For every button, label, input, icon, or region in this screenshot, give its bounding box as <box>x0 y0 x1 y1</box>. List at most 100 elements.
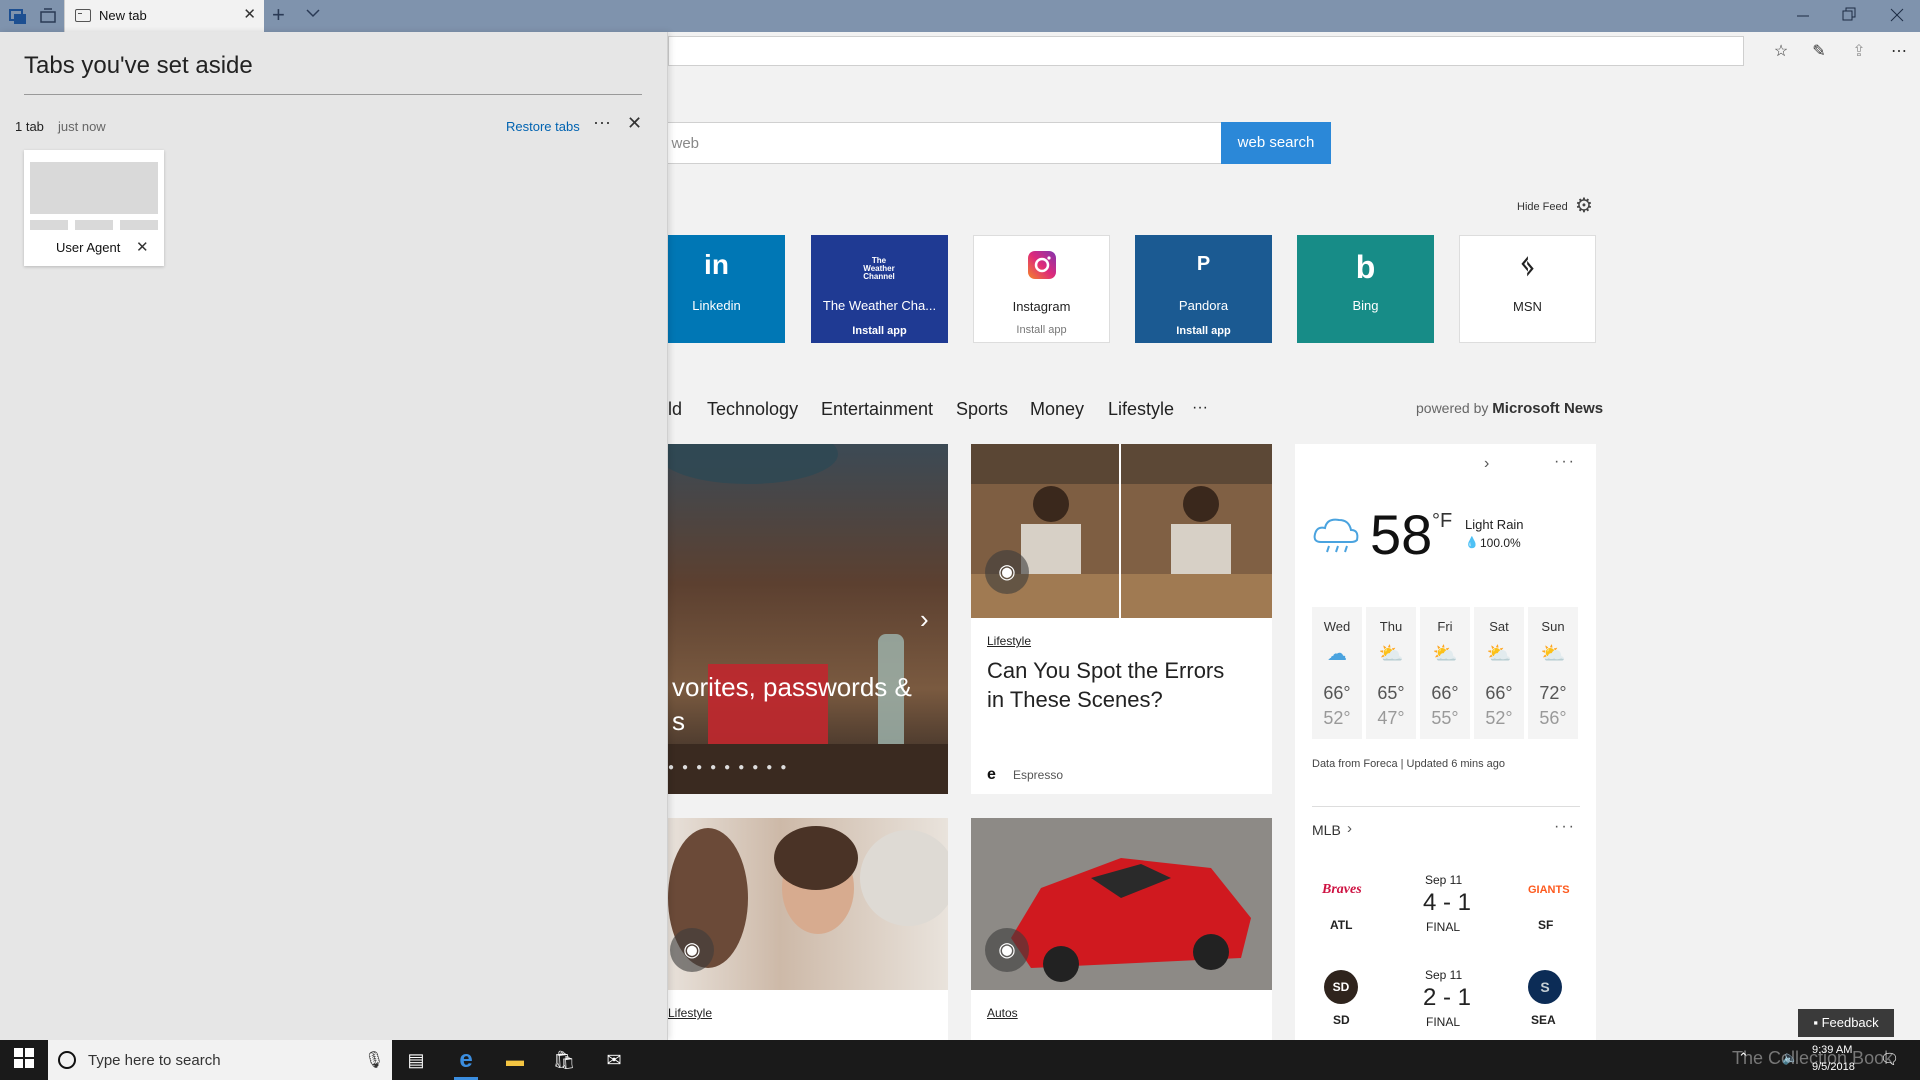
forecast-day[interactable]: Sun ⛅ 72° 56° <box>1528 607 1578 739</box>
cortana-icon <box>58 1051 76 1069</box>
carousel-dots[interactable]: ●●●●●●●●● <box>668 762 794 773</box>
top-site-linkedin[interactable]: in Linkedin <box>648 235 785 343</box>
hero-card[interactable]: vorites, passwords & s › ●●●●●●●●● <box>668 444 948 794</box>
padres-logo-icon: SD <box>1324 970 1358 1004</box>
nav-sports[interactable]: Sports <box>956 399 1008 420</box>
nav-lifestyle[interactable]: Lifestyle <box>1108 399 1174 420</box>
microphone-icon[interactable]: 🎙 <box>364 1050 384 1070</box>
feedback-button[interactable]: ▪ Feedback <box>1798 1009 1894 1037</box>
share-icon[interactable]: ⇪ <box>1848 41 1870 63</box>
tabs-aside-icon[interactable] <box>8 6 28 26</box>
file-explorer-icon[interactable]: ▬ <box>503 1048 527 1072</box>
aside-tab-thumbnail[interactable]: User Agent ✕ <box>24 150 164 266</box>
top-site-instagram[interactable]: Instagram Install app <box>973 235 1110 343</box>
microsoft-news-brand: Microsoft News <box>1492 400 1604 417</box>
minimize-button[interactable] <box>1796 6 1810 29</box>
forecast-low: 52° <box>1323 708 1351 728</box>
tab-close-icon[interactable]: ✕ <box>243 7 256 23</box>
mlb-title[interactable]: MLB <box>1312 822 1341 838</box>
task-view-icon[interactable]: ▤ <box>404 1048 428 1072</box>
store-icon[interactable]: 🛍 <box>552 1048 576 1072</box>
restore-button[interactable] <box>1842 6 1856 29</box>
network-icon[interactable]: ⌃ <box>1738 1050 1749 1066</box>
article-category[interactable]: Lifestyle <box>668 1006 712 1020</box>
close-window-button[interactable] <box>1890 6 1904 29</box>
weather-channel-icon: The Weather Channel <box>863 256 895 281</box>
more-icon[interactable]: ⋯ <box>1888 41 1910 63</box>
camera-icon: ◉ <box>985 550 1029 594</box>
tab-new-tab[interactable]: New tab ✕ <box>64 0 264 32</box>
favorites-icon[interactable]: ☆ <box>1770 41 1792 63</box>
forecast-day[interactable]: Thu ⛅ 65° 47° <box>1366 607 1416 739</box>
notifications-icon[interactable]: 🗨 <box>1880 1050 1899 1068</box>
camera-icon: ◉ <box>985 928 1029 972</box>
temp-unit[interactable]: °F <box>1432 510 1452 533</box>
set-aside-time: just now <box>58 119 106 134</box>
thumbnail-bar <box>120 220 158 230</box>
hide-feed-link[interactable]: Hide Feed <box>1517 201 1568 213</box>
article-category[interactable]: Lifestyle <box>987 634 1031 648</box>
pen-icon[interactable]: ✎ <box>1808 41 1830 63</box>
gear-icon[interactable]: ⚙ <box>1575 195 1597 217</box>
nav-more[interactable]: ··· <box>1192 399 1208 417</box>
top-site-pandora[interactable]: P Pandora Install app <box>1135 235 1272 343</box>
top-site-msn[interactable]: ᛃ MSN <box>1459 235 1596 343</box>
bottom-card-lifestyle[interactable]: ◉ Lifestyle <box>668 818 948 1040</box>
forecast-day[interactable]: Wed ☁ 66° 52° <box>1312 607 1362 739</box>
forecast-day[interactable]: Fri ⛅ 66° 55° <box>1420 607 1470 739</box>
install-app-link[interactable]: Install app <box>1135 325 1272 337</box>
feedback-label: Feedback <box>1821 1015 1879 1030</box>
game-score: 2 - 1 <box>1423 984 1472 1011</box>
edge-icon[interactable]: e <box>454 1048 478 1080</box>
set-tabs-aside-icon[interactable] <box>38 6 58 26</box>
address-bar[interactable] <box>668 36 1744 66</box>
restore-tabs-link[interactable]: Restore tabs <box>506 119 580 134</box>
nav-money[interactable]: Money <box>1030 399 1084 420</box>
chevron-down-icon[interactable] <box>306 7 320 21</box>
nav-technology[interactable]: Technology <box>707 399 798 420</box>
thumbnail-bar <box>75 220 113 230</box>
camera-icon: ◉ <box>670 928 714 972</box>
title-bar: New tab ✕ + <box>0 0 1920 32</box>
weather-more-icon[interactable]: ··· <box>1554 453 1576 471</box>
new-tab-button[interactable]: + <box>272 4 285 26</box>
clock-time[interactable]: 9:39 AM <box>1812 1044 1852 1056</box>
page-icon <box>75 9 91 22</box>
weather-next-icon[interactable]: › <box>1484 455 1489 473</box>
volume-icon[interactable]: 🔈 <box>1782 1050 1798 1066</box>
article-card[interactable]: ◉ Lifestyle Can You Spot the Errors in T… <box>971 444 1272 794</box>
article-category[interactable]: Autos <box>987 1006 1018 1020</box>
web-search-button[interactable]: web search <box>1221 122 1331 164</box>
bing-icon: b <box>1355 249 1376 285</box>
forecast-day-name: Thu <box>1379 619 1403 634</box>
droplet-icon: 💧 <box>1465 537 1479 549</box>
windows-start-icon[interactable] <box>12 1048 36 1072</box>
game-status: FINAL <box>1426 1015 1461 1029</box>
forecast-day-name: Wed <box>1323 619 1351 634</box>
mlb-more-icon[interactable]: ··· <box>1554 818 1576 836</box>
article-headline[interactable]: Can You Spot the Errors in These Scenes? <box>987 656 1247 714</box>
close-icon[interactable]: ✕ <box>627 114 642 132</box>
rain-icon: ☁ <box>1327 643 1347 665</box>
more-options-icon[interactable]: ··· <box>593 112 611 133</box>
mlb-chevron-icon[interactable]: › <box>1347 820 1352 837</box>
install-app-link[interactable]: Install app <box>811 325 948 337</box>
forecast-day[interactable]: Sat ⛅ 66° 52° <box>1474 607 1524 739</box>
hero-caption-line-2: s <box>672 706 685 736</box>
top-site-bing[interactable]: b Bing <box>1297 235 1434 343</box>
install-app-link[interactable]: Install app <box>974 324 1109 336</box>
taskbar-search[interactable]: Type here to search 🎙 <box>48 1040 392 1080</box>
remove-tab-icon[interactable]: ✕ <box>136 238 149 256</box>
bottom-card-autos[interactable]: ◉ Autos <box>971 818 1272 1040</box>
clock-date[interactable]: 9/5/2018 <box>1812 1061 1855 1073</box>
carousel-next-icon[interactable]: › <box>920 604 929 635</box>
top-site-weather-channel[interactable]: The Weather Channel The Weather Cha... I… <box>811 235 948 343</box>
partly-sunny-icon: ⛅ <box>1486 643 1512 665</box>
nav-entertainment[interactable]: Entertainment <box>821 399 933 420</box>
web-search-input[interactable]: e web <box>640 122 1222 164</box>
rain-cloud-icon <box>1311 512 1361 561</box>
mail-icon[interactable]: ✉ <box>602 1048 626 1072</box>
nav-world[interactable]: ld <box>668 399 682 420</box>
divider <box>24 94 642 95</box>
forecast-low: 55° <box>1431 708 1459 728</box>
